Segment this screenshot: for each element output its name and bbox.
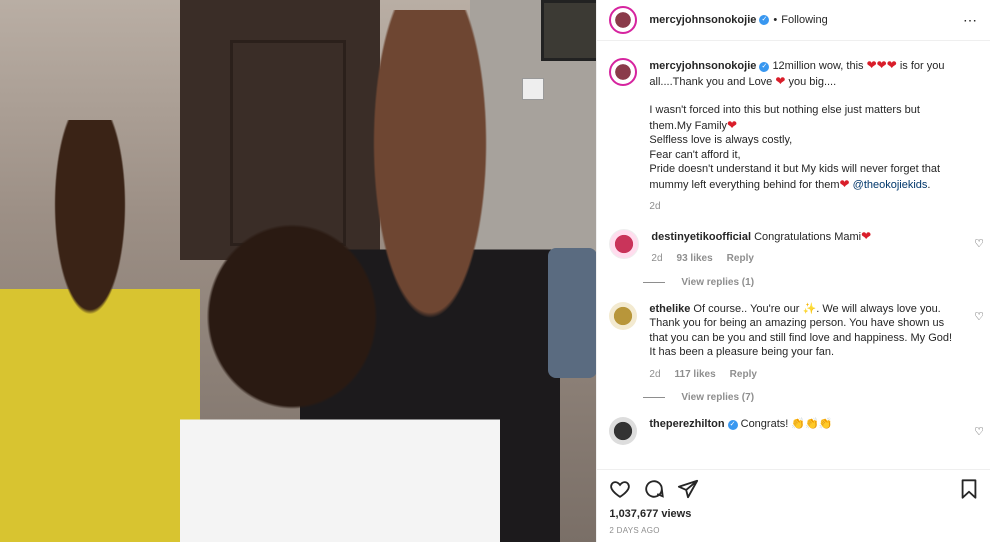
- toddler-figure: [180, 220, 500, 542]
- post-container: mercyjohnsonokojie ✓ • Following ⋯ mercy…: [0, 0, 990, 542]
- view-count[interactable]: 1,037,677 views: [597, 500, 990, 520]
- caption-avatar[interactable]: [609, 58, 638, 86]
- verified-icon: ✓: [759, 15, 770, 25]
- caption-body: mercyjohnsonokojie ✓ 12million wow, this …: [649, 58, 978, 215]
- commenter-avatar[interactable]: [609, 228, 640, 259]
- comment-likes[interactable]: 93 likes: [677, 252, 713, 267]
- author-username[interactable]: mercyjohnsonokojie: [649, 14, 756, 26]
- comment-meta: 2d 117 likes Reply: [649, 368, 958, 383]
- comment-username[interactable]: theperezhilton: [649, 418, 724, 430]
- comment-body: destinyetikoofficial Congratulations Mam…: [651, 229, 978, 267]
- caption-text: Selfless love is always costly,: [649, 134, 793, 146]
- caption-text: you big....: [785, 75, 837, 88]
- comment-likes[interactable]: 117 likes: [675, 368, 716, 383]
- view-replies-label: View replies (7): [681, 392, 755, 403]
- like-comment-heart-icon[interactable]: ♡: [974, 237, 984, 250]
- comment-body: ethelike Of course.. You're our ✨. We wi…: [649, 302, 978, 383]
- post-video[interactable]: [0, 0, 597, 542]
- mention-link[interactable]: @theokojiekids: [853, 179, 928, 191]
- heart-emoji: ❤: [727, 117, 738, 132]
- clap-emoji: 👏👏👏: [791, 418, 833, 430]
- following-button[interactable]: Following: [781, 14, 827, 26]
- caption-text: 12million wow, this: [772, 60, 867, 72]
- caption: mercyjohnsonokojie ✓ 12million wow, this …: [597, 44, 990, 215]
- reply-button[interactable]: Reply: [727, 252, 754, 267]
- post-header: mercyjohnsonokojie ✓ • Following ⋯: [597, 0, 990, 41]
- view-replies-button[interactable]: View replies (7): [641, 392, 990, 403]
- heart-emoji: ❤: [775, 73, 786, 88]
- commenter-avatar[interactable]: [609, 301, 638, 330]
- caption-username[interactable]: mercyjohnsonokojie: [649, 60, 756, 72]
- commenter-avatar[interactable]: [609, 417, 638, 445]
- comment: ethelike Of course.. You're our ✨. We wi…: [597, 288, 990, 383]
- caption-text: .: [927, 178, 931, 191]
- comments-section[interactable]: mercyjohnsonokojie ✓ 12million wow, this …: [597, 44, 990, 468]
- caption-age[interactable]: 2d: [649, 200, 660, 215]
- comment-text: Of course.. You're our: [693, 302, 803, 315]
- verified-icon: ✓: [727, 420, 738, 430]
- heart-icon[interactable]: [609, 478, 631, 500]
- sparkle-emoji: ✨: [802, 302, 817, 315]
- comment: destinyetikoofficial Congratulations Mam…: [597, 215, 990, 267]
- author-avatar[interactable]: [609, 6, 638, 34]
- post-timestamp[interactable]: 2 DAYS AGO: [597, 520, 990, 535]
- comment-age[interactable]: 2d: [649, 368, 660, 383]
- divider-line: [643, 281, 666, 283]
- like-comment-heart-icon[interactable]: ♡: [974, 310, 984, 323]
- view-replies-label: View replies (1): [681, 276, 755, 288]
- reply-button[interactable]: Reply: [730, 368, 757, 383]
- comment-icon[interactable]: [643, 478, 665, 500]
- view-replies-button[interactable]: View replies (1): [641, 277, 990, 288]
- post-sidebar: mercyjohnsonokojie ✓ • Following ⋯ mercy…: [596, 0, 990, 542]
- like-comment-heart-icon[interactable]: ♡: [974, 425, 984, 438]
- more-options-icon[interactable]: ⋯: [963, 12, 978, 29]
- comment-meta: 2d 93 likes Reply: [651, 252, 958, 267]
- comment-age[interactable]: 2d: [651, 252, 662, 267]
- caption-meta: 2d: [649, 200, 958, 215]
- comment-text: Congratulations Mami: [754, 230, 862, 243]
- heart-emoji: ❤❤❤: [866, 58, 897, 72]
- action-bar: [597, 470, 990, 500]
- separator-dot: •: [773, 14, 778, 26]
- comment-text: Congrats!: [740, 418, 792, 430]
- verified-icon: ✓: [759, 62, 770, 72]
- bookmark-icon[interactable]: [958, 478, 980, 500]
- comment-username[interactable]: destinyetikoofficial: [651, 231, 751, 243]
- divider-line: [643, 397, 666, 398]
- phone-in-hand: [548, 248, 597, 378]
- comment-username[interactable]: ethelike: [649, 303, 690, 315]
- girl-figure: [0, 120, 200, 542]
- heart-emoji: ❤: [861, 228, 872, 243]
- post-footer: 1,037,677 views 2 DAYS AGO: [597, 469, 990, 543]
- share-icon[interactable]: [677, 478, 699, 500]
- caption-text: I wasn't forced into this but nothing el…: [649, 104, 920, 132]
- comment-body: theperezhilton ✓ Congrats! 👏👏👏: [649, 417, 978, 445]
- caption-text: Fear can't afford it,: [649, 148, 741, 161]
- heart-emoji: ❤: [839, 176, 850, 191]
- comment: theperezhilton ✓ Congrats! 👏👏👏 ♡: [597, 403, 990, 445]
